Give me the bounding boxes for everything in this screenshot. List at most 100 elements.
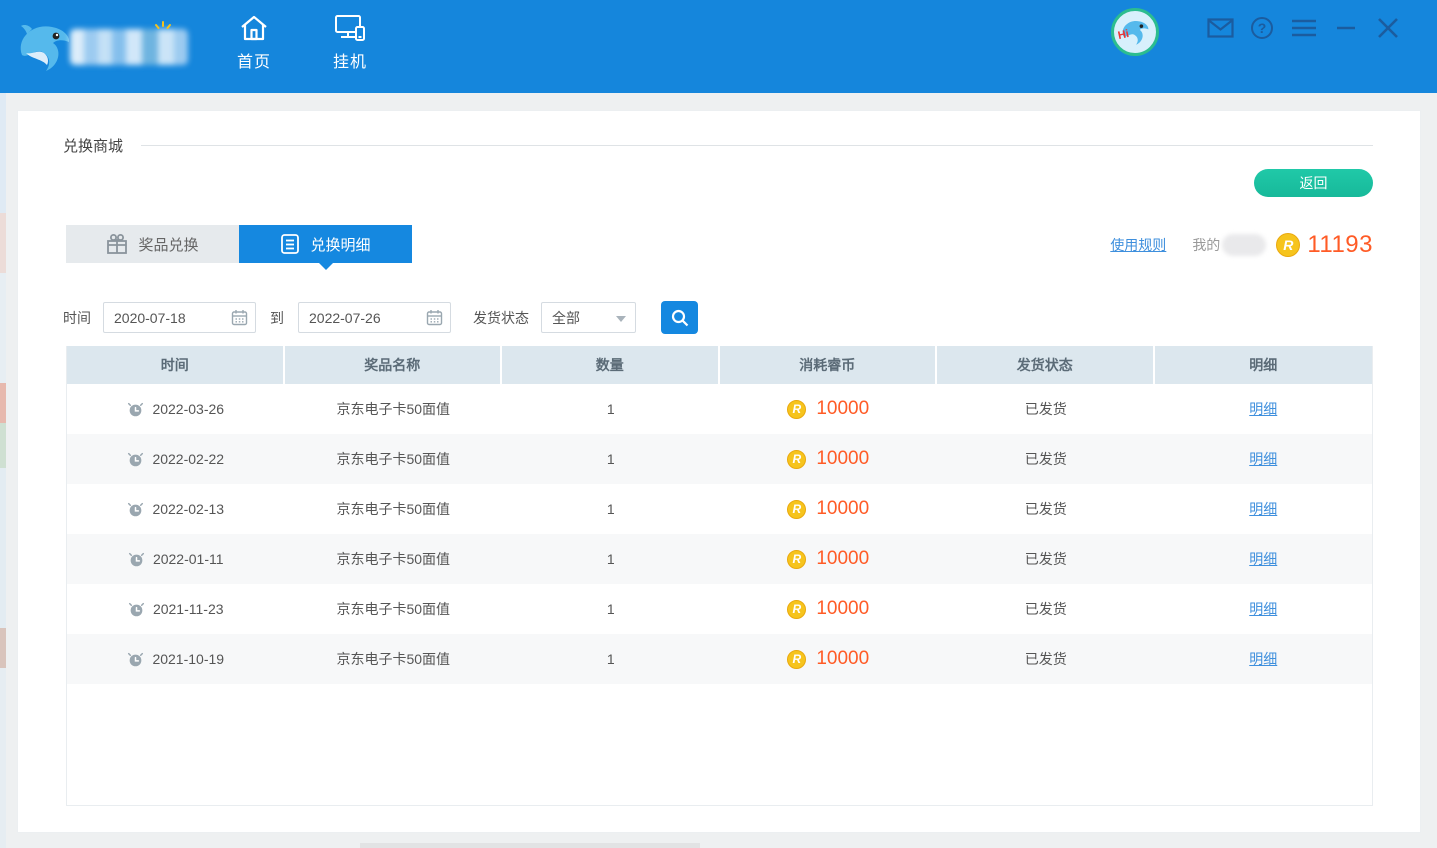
row-prize-name: 京东电子卡50面值: [336, 599, 450, 619]
table-row: 2021-10-19 京东电子卡50面值 1 R 10000 已发货 明细: [67, 634, 1372, 684]
row-detail-link[interactable]: 明细: [1249, 399, 1277, 419]
row-quantity: 1: [607, 451, 615, 467]
tab-bar: 奖品兑换 兑换明细: [66, 225, 412, 263]
row-prize-name: 京东电子卡50面值: [336, 549, 450, 569]
coin-icon: R: [787, 550, 806, 569]
row-quantity: 1: [607, 601, 615, 617]
cell-detail: 明细: [1155, 549, 1373, 569]
col-header-time: 时间: [67, 346, 285, 384]
table-body: 2022-03-26 京东电子卡50面值 1 R 10000 已发货 明细 20…: [67, 384, 1372, 684]
row-quantity: 1: [607, 651, 615, 667]
taskbar-hint: [360, 843, 700, 848]
nav-item-home[interactable]: 首页: [222, 14, 286, 72]
balance-amount: 11193: [1307, 231, 1373, 259]
row-detail-link[interactable]: 明细: [1249, 599, 1277, 619]
app-logo: [12, 12, 188, 82]
section-divider: [141, 145, 1373, 146]
tab-prize-exchange-label: 奖品兑换: [138, 234, 198, 255]
status-select[interactable]: 全部: [541, 302, 636, 333]
row-quantity: 1: [607, 551, 615, 567]
row-prize-name: 京东电子卡50面值: [336, 649, 450, 669]
mail-icon[interactable]: [1206, 14, 1234, 42]
clock-icon: [127, 401, 144, 418]
usage-rules-link[interactable]: 使用规则: [1110, 235, 1166, 255]
row-detail-link[interactable]: 明细: [1249, 499, 1277, 519]
table-header-row: 时间 奖品名称 数量 消耗睿币 发货状态 明细: [67, 346, 1372, 384]
cell-cost: R 10000: [720, 548, 938, 570]
row-cost: 10000: [816, 598, 869, 620]
row-quantity: 1: [607, 401, 615, 417]
exchange-history-table: 时间 奖品名称 数量 消耗睿币 发货状态 明细 2022-03-26 京东电子卡…: [66, 346, 1373, 806]
tab-prize-exchange[interactable]: 奖品兑换: [66, 225, 239, 263]
cell-status: 已发货: [937, 499, 1155, 519]
tab-exchange-details[interactable]: 兑换明细: [239, 225, 412, 263]
row-detail-link[interactable]: 明细: [1249, 649, 1277, 669]
cell-quantity: 1: [502, 451, 720, 467]
coin-icon: R: [787, 600, 806, 619]
col-header-prize: 奖品名称: [285, 346, 503, 384]
row-status: 已发货: [1025, 599, 1067, 619]
nav-item-idle[interactable]: 挂机: [318, 14, 382, 72]
top-navigation: 首页 挂机: [222, 14, 382, 72]
row-detail-link[interactable]: 明细: [1249, 449, 1277, 469]
cell-detail: 明细: [1155, 599, 1373, 619]
clock-icon: [128, 601, 145, 618]
page-title: 兑换商城: [63, 135, 123, 156]
row-date: 2022-02-13: [152, 501, 224, 517]
row-date: 2022-01-11: [153, 551, 224, 567]
row-cost: 10000: [816, 648, 869, 670]
section-header: 兑换商城: [63, 135, 1373, 156]
cell-status: 已发货: [937, 599, 1155, 619]
menu-icon[interactable]: [1290, 14, 1318, 42]
cell-time: 2022-03-26: [67, 401, 285, 418]
avatar-hi-badge: Hi: [1117, 28, 1130, 42]
cell-status: 已发货: [937, 449, 1155, 469]
table-row: 2022-02-22 京东电子卡50面值 1 R 10000 已发货 明细: [67, 434, 1372, 484]
row-prize-name: 京东电子卡50面值: [336, 399, 450, 419]
col-header-status: 发货状态: [937, 346, 1155, 384]
row-detail-link[interactable]: 明细: [1249, 549, 1277, 569]
cell-cost: R 10000: [720, 448, 938, 470]
status-filter-label: 发货状态: [473, 308, 529, 328]
cell-quantity: 1: [502, 601, 720, 617]
list-icon: [280, 233, 300, 255]
help-icon[interactable]: ?: [1248, 14, 1276, 42]
minimize-icon[interactable]: [1332, 14, 1360, 42]
cell-prize: 京东电子卡50面值: [285, 549, 503, 569]
row-status: 已发货: [1025, 649, 1067, 669]
back-button[interactable]: 返回: [1254, 169, 1373, 197]
search-button[interactable]: [661, 301, 698, 334]
cell-quantity: 1: [502, 551, 720, 567]
cell-time: 2021-10-19: [67, 651, 285, 668]
row-status: 已发货: [1025, 499, 1067, 519]
cell-prize: 京东电子卡50面值: [285, 399, 503, 419]
cell-cost: R 10000: [720, 398, 938, 420]
col-header-quantity: 数量: [502, 346, 720, 384]
row-prize-name: 京东电子卡50面值: [336, 499, 450, 519]
background-window-edge: [0, 93, 6, 848]
row-status: 已发货: [1025, 549, 1067, 569]
row-prize-name: 京东电子卡50面值: [336, 449, 450, 469]
cell-detail: 明细: [1155, 449, 1373, 469]
coin-icon: R: [787, 500, 806, 519]
date-from-input[interactable]: [103, 302, 256, 333]
table-row: 2022-03-26 京东电子卡50面值 1 R 10000 已发货 明细: [67, 384, 1372, 434]
avatar[interactable]: Hi: [1111, 8, 1159, 56]
content-panel: 兑换商城 返回 奖品兑换 兑换明细 使用规则 我的 R 11193 时间: [17, 110, 1421, 833]
clock-icon: [127, 501, 144, 518]
cell-prize: 京东电子卡50面值: [285, 499, 503, 519]
gift-icon: [106, 233, 128, 255]
cell-quantity: 1: [502, 651, 720, 667]
date-to-input[interactable]: [298, 302, 451, 333]
cell-quantity: 1: [502, 401, 720, 417]
row-cost: 10000: [816, 548, 869, 570]
col-header-cost: 消耗睿币: [720, 346, 938, 384]
cell-prize: 京东电子卡50面值: [285, 599, 503, 619]
row-cost: 10000: [816, 398, 869, 420]
computer-phone-icon: [334, 14, 366, 42]
cell-time: 2022-02-22: [67, 451, 285, 468]
nav-home-label: 首页: [237, 48, 271, 72]
close-icon[interactable]: [1374, 14, 1402, 42]
cell-status: 已发货: [937, 649, 1155, 669]
cell-prize: 京东电子卡50面值: [285, 649, 503, 669]
